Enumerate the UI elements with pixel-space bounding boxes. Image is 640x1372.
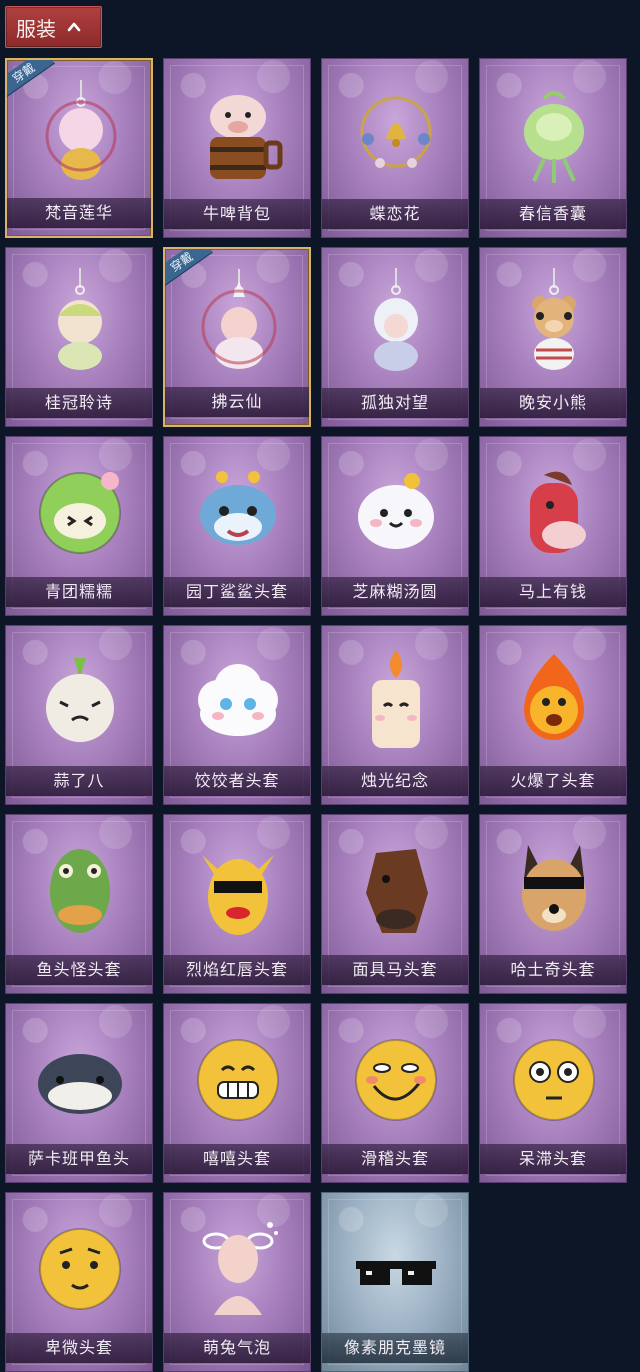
green-mochi-icon <box>39 472 121 554</box>
garlic-icon <box>46 658 114 742</box>
item-name: 哈士奇头套 <box>480 955 626 985</box>
item-name: 桂冠聆诗 <box>6 388 152 418</box>
humble-emoji-icon <box>39 1228 121 1310</box>
item-name: 牛啤背包 <box>164 199 310 229</box>
item-name: 卑微头套 <box>6 1333 152 1363</box>
item-card[interactable]: 芝麻糊汤圆 <box>321 436 469 616</box>
item-card[interactable]: 园丁鲨鲨头套 <box>163 436 311 616</box>
item-card[interactable]: 蒜了八 <box>5 625 153 805</box>
cloud-dumpling-icon <box>198 664 278 736</box>
item-name: 滑稽头套 <box>322 1144 468 1174</box>
shark-head-icon <box>200 471 276 545</box>
bell-wreath-icon <box>360 96 432 168</box>
item-name: 梵音莲华 <box>7 198 151 228</box>
item-name: 鱼头怪头套 <box>6 955 152 985</box>
item-card[interactable]: 哈士奇头套 <box>479 814 627 994</box>
item-name: 饺饺者头套 <box>164 766 310 796</box>
item-card[interactable]: 孤独对望 <box>321 247 469 427</box>
item-name: 春信香囊 <box>480 199 626 229</box>
item-card[interactable]: 饺饺者头套 <box>163 625 311 805</box>
item-card[interactable]: 春信香囊 <box>479 58 627 238</box>
horse-mask-icon <box>366 849 428 933</box>
red-horse-icon <box>530 471 586 553</box>
item-name: 面具马头套 <box>322 955 468 985</box>
candle-icon <box>372 650 420 748</box>
item-name: 烛光纪念 <box>322 766 468 796</box>
item-card[interactable]: 火爆了头套 <box>479 625 627 805</box>
item-name: 烈焰红唇头套 <box>164 955 310 985</box>
pendant-lotus-doll-icon <box>45 80 117 180</box>
category-tab-label: 服装 <box>16 16 56 41</box>
item-grid: 穿戴 梵音莲华 牛啤背包 蝶恋花 春信香囊 桂冠聆诗 穿戴 拂云仙 孤独对望 晚安小熊 青… <box>5 58 635 1372</box>
item-card[interactable]: 晚安小熊 <box>479 247 627 427</box>
item-card[interactable]: 呆滞头套 <box>479 1003 627 1183</box>
pendant-cloud-doll-icon <box>201 269 277 369</box>
grin-emoji-icon <box>197 1039 279 1121</box>
pendant-white-doll-icon <box>374 268 418 371</box>
item-card[interactable]: 马上有钱 <box>479 436 627 616</box>
item-name: 晚安小熊 <box>480 388 626 418</box>
item-name: 嘻嘻头套 <box>164 1144 310 1174</box>
category-tab-clothing[interactable]: 服装 <box>5 6 102 48</box>
item-card[interactable]: 穿戴 梵音莲华 <box>5 58 153 238</box>
item-name: 萨卡班甲鱼头 <box>6 1144 152 1174</box>
item-name: 呆滞头套 <box>480 1144 626 1174</box>
item-card[interactable]: 萨卡班甲鱼头 <box>5 1003 153 1183</box>
item-card[interactable]: 萌兔气泡 <box>163 1192 311 1372</box>
item-card[interactable]: 蝶恋花 <box>321 58 469 238</box>
item-card[interactable]: 像素朋克墨镜 <box>321 1192 469 1372</box>
green-sachet-icon <box>524 91 584 183</box>
yellow-pika-icon <box>202 855 274 935</box>
bunny-bubble-icon <box>202 1222 278 1315</box>
item-card[interactable]: 嘻嘻头套 <box>163 1003 311 1183</box>
item-card[interactable]: 面具马头套 <box>321 814 469 994</box>
item-name: 园丁鲨鲨头套 <box>164 577 310 607</box>
item-name: 萌兔气泡 <box>164 1333 310 1363</box>
item-card[interactable]: 卑微头套 <box>5 1192 153 1372</box>
item-name: 拂云仙 <box>165 387 309 417</box>
pixel-sunglasses-icon <box>356 1261 436 1285</box>
item-card[interactable]: 滑稽头套 <box>321 1003 469 1183</box>
fish-head-icon <box>50 849 110 933</box>
smirk-emoji-icon <box>355 1039 437 1121</box>
pendant-bear-icon <box>532 268 576 370</box>
item-name: 孤独对望 <box>322 388 468 418</box>
dazed-emoji-icon <box>513 1039 595 1121</box>
item-name: 青团糯糯 <box>6 577 152 607</box>
pendant-green-doll-icon <box>58 268 102 370</box>
dumpling-icon <box>358 473 434 549</box>
item-card[interactable]: 牛啤背包 <box>163 58 311 238</box>
item-card[interactable]: 穿戴 拂云仙 <box>163 247 311 427</box>
item-name: 像素朋克墨镜 <box>322 1333 468 1363</box>
item-card[interactable]: 鱼头怪头套 <box>5 814 153 994</box>
husky-icon <box>522 845 586 931</box>
fireball-icon <box>524 654 584 740</box>
item-name: 蒜了八 <box>6 766 152 796</box>
item-card[interactable]: 烛光纪念 <box>321 625 469 805</box>
sacabambaspis-icon <box>38 1054 122 1114</box>
chevron-up-icon <box>67 22 81 32</box>
cow-barrel-icon <box>210 95 283 179</box>
item-name: 马上有钱 <box>480 577 626 607</box>
item-card[interactable]: 青团糯糯 <box>5 436 153 616</box>
item-name: 蝶恋花 <box>322 199 468 229</box>
item-card[interactable]: 桂冠聆诗 <box>5 247 153 427</box>
item-name: 火爆了头套 <box>480 766 626 796</box>
item-card[interactable]: 烈焰红唇头套 <box>163 814 311 994</box>
item-name: 芝麻糊汤圆 <box>322 577 468 607</box>
